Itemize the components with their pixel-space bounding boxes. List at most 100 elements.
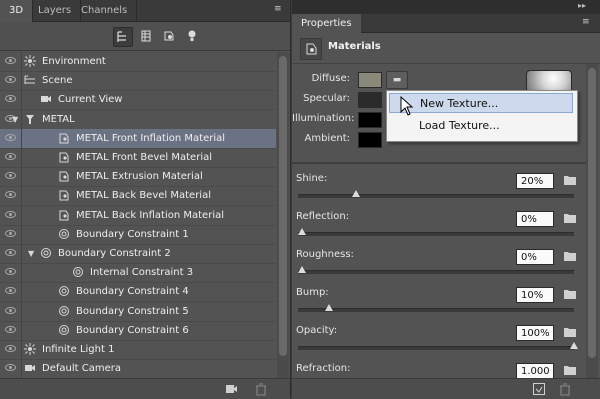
slider-thumb[interactable] — [298, 228, 306, 235]
diffuse-swatch[interactable] — [358, 72, 382, 88]
row-separator — [21, 359, 22, 379]
tree-row[interactable]: ▼ METAL — [0, 109, 276, 130]
tree-row-label: METAL Back Bevel Material — [76, 190, 211, 202]
slider-track[interactable] — [298, 232, 574, 236]
tree-row[interactable]: METAL Back Bevel Material — [0, 186, 276, 207]
row-separator — [21, 282, 22, 302]
slider-track[interactable] — [298, 346, 574, 350]
tree-row[interactable]: Environment — [0, 52, 276, 72]
tree-row[interactable]: METAL Back Inflation Material — [0, 205, 276, 226]
tab-properties[interactable]: Properties — [292, 14, 361, 33]
tree-row[interactable]: Boundary Constraint 1 — [0, 224, 276, 245]
expand-triangle-icon[interactable]: ▼ — [12, 110, 18, 129]
material-icon — [58, 132, 70, 144]
row-separator — [21, 71, 22, 91]
visibility-eye-icon[interactable] — [5, 249, 16, 256]
visibility-eye-icon[interactable] — [5, 306, 16, 314]
visibility-eye-icon[interactable] — [5, 364, 16, 372]
specular-swatch[interactable] — [358, 92, 382, 108]
tree-row-label: METAL Front Bevel Material — [76, 152, 213, 163]
load-texture-item[interactable]: Load Texture... — [389, 116, 573, 136]
tree-row[interactable]: Scene — [0, 71, 276, 92]
tree-row[interactable]: Boundary Constraint 5 — [0, 301, 276, 322]
slider-value-field[interactable]: 1.000 — [516, 363, 554, 379]
tree-row-label: Default Camera — [42, 363, 121, 375]
top-strip: ▸▸ — [292, 0, 600, 14]
visibility-eye-icon[interactable] — [5, 172, 16, 180]
texture-folder-icon[interactable] — [562, 288, 578, 302]
environment-icon — [24, 55, 36, 67]
whole-scene-icon[interactable] — [113, 27, 133, 47]
illumination-swatch[interactable] — [358, 112, 382, 128]
slider-track[interactable] — [298, 270, 574, 274]
material-icon — [58, 209, 70, 221]
divider — [292, 162, 586, 164]
texture-folder-icon[interactable] — [562, 250, 578, 264]
tree-row[interactable]: Current View — [0, 90, 276, 111]
slider-value-field[interactable]: 100% — [516, 325, 554, 341]
visibility-eye-icon[interactable] — [5, 325, 16, 333]
collapse-icon[interactable]: ▸▸ — [578, 1, 586, 10]
tree-row[interactable]: METAL Front Inflation Material — [0, 128, 276, 149]
visibility-eye-icon[interactable] — [5, 268, 16, 276]
visibility-eye-icon[interactable] — [5, 76, 16, 84]
slider-value-field[interactable]: 10% — [516, 287, 554, 303]
slider-value-field[interactable]: 20% — [516, 173, 554, 189]
slider-thumb[interactable] — [570, 342, 578, 349]
trash-icon[interactable] — [254, 382, 268, 396]
slider-label: Roughness: — [296, 249, 354, 260]
visibility-eye-icon[interactable] — [5, 210, 16, 218]
render-icon[interactable] — [532, 382, 546, 396]
tree-row[interactable]: Boundary Constraint 6 — [0, 320, 276, 341]
slider-thumb[interactable] — [352, 190, 361, 197]
scene-icon — [24, 74, 36, 86]
visibility-eye-icon[interactable] — [5, 133, 16, 141]
tree-row-label: METAL Front Inflation Material — [76, 132, 226, 144]
meshes-icon[interactable] — [137, 27, 155, 45]
trash-icon[interactable] — [558, 382, 572, 396]
specular-label: Specular: — [303, 93, 350, 104]
ambient-swatch[interactable] — [358, 132, 382, 148]
tree-row[interactable]: Internal Constraint 3 — [0, 263, 276, 284]
tree-row[interactable]: Infinite Light 1 — [0, 340, 276, 360]
expand-triangle-icon[interactable]: ▼ — [28, 244, 34, 263]
slider-track[interactable] — [298, 308, 574, 312]
slider-value-field[interactable]: 0% — [516, 249, 554, 265]
slider-track[interactable] — [298, 194, 574, 198]
tree-row[interactable]: METAL Extrusion Material — [0, 167, 276, 188]
panel-menu-icon[interactable]: ≡ — [274, 4, 282, 14]
left-scrollbar-thumb[interactable] — [279, 56, 287, 356]
visibility-eye-icon[interactable] — [5, 191, 16, 199]
row-separator — [21, 186, 22, 206]
tab-channels[interactable]: Channels — [72, 0, 138, 21]
visibility-eye-icon[interactable] — [5, 287, 16, 295]
visibility-eye-icon[interactable] — [5, 95, 16, 103]
texture-folder-icon[interactable] — [562, 364, 578, 378]
right-scrollbar-thumb[interactable] — [588, 68, 596, 358]
slider-thumb[interactable] — [298, 266, 306, 273]
tree-row[interactable]: Boundary Constraint 4 — [0, 282, 276, 303]
visibility-eye-icon[interactable] — [5, 57, 16, 64]
texture-folder-icon[interactable] — [562, 326, 578, 340]
row-separator — [21, 109, 22, 129]
visibility-eye-icon[interactable] — [5, 153, 16, 160]
tree-row-label: Boundary Constraint 6 — [76, 324, 189, 336]
lights-icon[interactable] — [183, 27, 201, 45]
tree-row[interactable]: ▼ Boundary Constraint 2 — [0, 244, 276, 264]
visibility-eye-icon[interactable] — [5, 345, 16, 352]
visibility-eye-icon[interactable] — [5, 229, 16, 237]
slider-label: Reflection: — [296, 211, 350, 222]
materials-icon[interactable] — [160, 27, 178, 45]
row-separator — [21, 301, 22, 321]
texture-folder-icon[interactable] — [562, 212, 578, 226]
new-light-icon[interactable] — [224, 382, 238, 396]
new-texture-item[interactable]: New Texture... — [389, 93, 573, 113]
row-separator — [21, 320, 22, 340]
texture-folder-icon[interactable] — [562, 174, 578, 188]
diffuse-texture-button[interactable]: ▬ — [386, 71, 408, 89]
slider-thumb[interactable] — [325, 304, 334, 311]
properties-menu-icon[interactable]: ≡ — [582, 17, 590, 27]
tree-row[interactable]: METAL Front Bevel Material — [0, 148, 276, 168]
slider-value-field[interactable]: 0% — [516, 211, 554, 227]
tree-row[interactable]: Default Camera — [0, 359, 276, 380]
